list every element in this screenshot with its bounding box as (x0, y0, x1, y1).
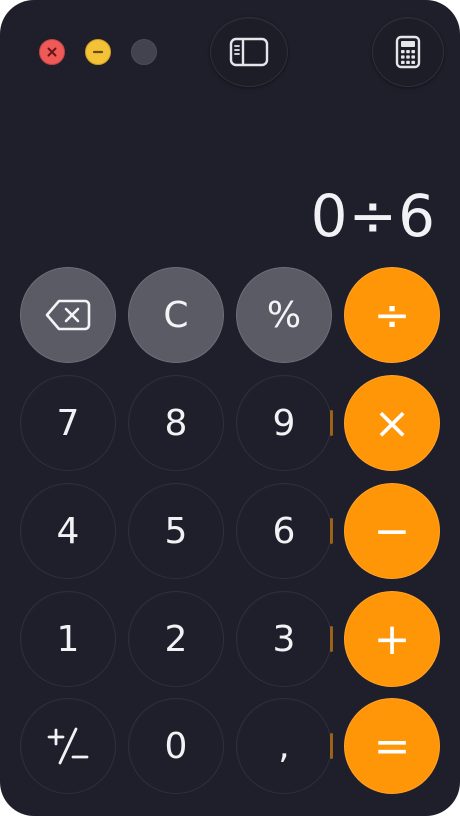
digit-7-button[interactable]: 7 (20, 375, 116, 471)
clear-button[interactable]: C (128, 267, 224, 363)
digit-3-button[interactable]: 3 (236, 591, 333, 687)
digit-2-button[interactable]: 2 (128, 591, 224, 687)
digit-6-button[interactable]: 6 (236, 483, 333, 579)
calculator-icon (395, 35, 421, 69)
digit-5-button[interactable]: 5 (128, 483, 224, 579)
divide-button[interactable]: ÷ (344, 267, 440, 363)
minimize-window-button[interactable] (85, 39, 111, 65)
percent-button[interactable]: % (236, 267, 332, 363)
close-window-button[interactable] (39, 39, 65, 65)
decimal-button[interactable]: , (236, 698, 333, 794)
backspace-icon (45, 299, 91, 331)
multiply-button[interactable]: × (344, 375, 440, 471)
calculator-window: 0÷6 C % ÷ 7 8 9 × 4 5 6 − 1 2 3 + 0 , = (0, 0, 460, 816)
digit-4-button[interactable]: 4 (20, 483, 116, 579)
sidebar-toggle-button[interactable] (210, 17, 288, 87)
sign-toggle-button[interactable] (20, 698, 116, 794)
minus-icon (92, 50, 104, 54)
calculator-mode-button[interactable] (372, 17, 444, 87)
digit-8-button[interactable]: 8 (128, 375, 224, 471)
plus-minus-icon (47, 727, 89, 765)
zoom-window-button[interactable] (131, 39, 157, 65)
digit-9-button[interactable]: 9 (236, 375, 333, 471)
digit-1-button[interactable]: 1 (20, 591, 116, 687)
digit-0-button[interactable]: 0 (128, 698, 224, 794)
equals-button[interactable]: = (344, 698, 440, 794)
close-x-icon (47, 47, 57, 57)
result-display: 0÷6 (310, 182, 436, 250)
delete-button[interactable] (20, 267, 116, 363)
subtract-button[interactable]: − (344, 483, 440, 579)
sidebar-icon (229, 37, 269, 67)
add-button[interactable]: + (344, 591, 440, 687)
